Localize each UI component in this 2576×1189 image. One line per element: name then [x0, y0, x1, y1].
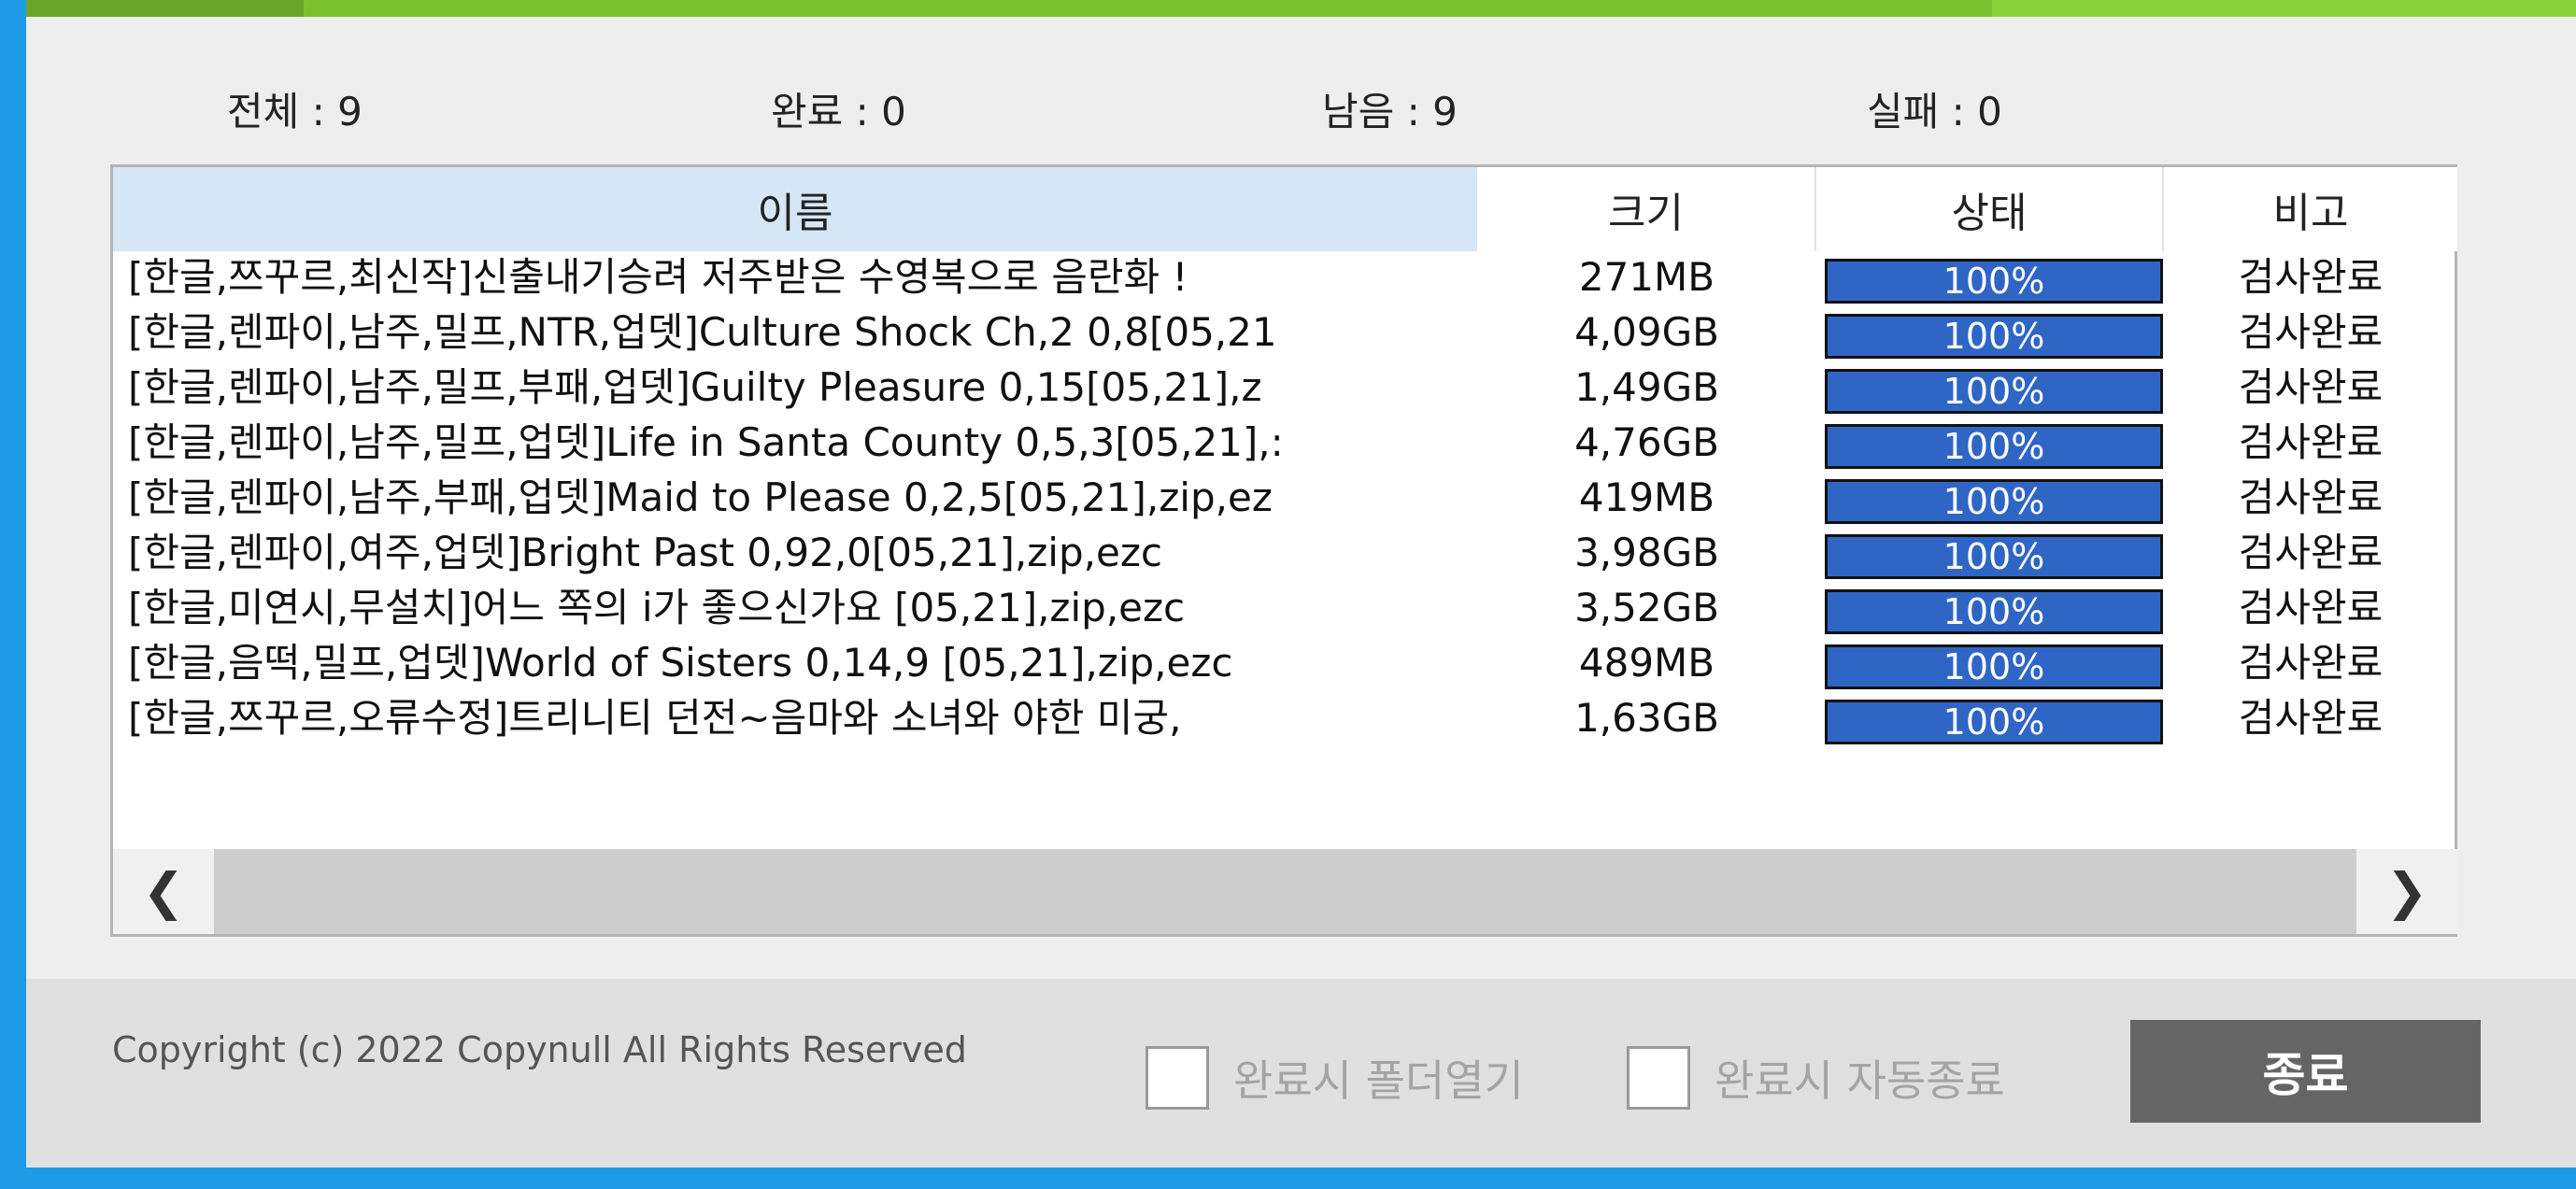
status-progress: 100%	[1825, 479, 2163, 524]
table-row[interactable]: [한글,미연시,무설치]어느 쪽의 i가 좋으신가요 [05,21],zip,e…	[113, 582, 2457, 637]
file-size: 4,76GB	[1574, 419, 1719, 465]
file-size: 4,09GB	[1574, 309, 1719, 355]
copyright-text: Copyright (c) 2022 Copynull All Rights R…	[112, 1029, 967, 1070]
table-row[interactable]: [한글,렌파이,남주,밀프,업뎃]Life in Santa County 0,…	[113, 417, 2457, 472]
file-name: [한글,쯔꾸르,최신작]신출내기승려 저주받은 수영복으로 음란화 !	[128, 255, 1188, 300]
column-header-note[interactable]: 비고	[2164, 167, 2457, 251]
file-note: 검사완료	[2238, 640, 2384, 686]
status-progress-fill: 100%	[1825, 644, 2163, 689]
file-note: 검사완료	[2238, 474, 2384, 520]
file-list[interactable]: 이름 크기 상태 비고 [한글,쯔꾸르,최신작]신출내기승려 저주받은 수영복으…	[110, 164, 2457, 937]
file-size: 3,52GB	[1574, 585, 1719, 630]
stat-done: 완료 : 0	[771, 89, 906, 134]
auto-exit-label: 완료시 자동종료	[1715, 1055, 2005, 1106]
file-size: 1,63GB	[1574, 695, 1719, 741]
column-header-name[interactable]: 이름	[113, 167, 1477, 251]
chevron-left-icon[interactable]: ❮	[113, 849, 214, 934]
file-name: [한글,렌파이,남주,부패,업뎃]Maid to Please 0,2,5[05…	[128, 475, 1273, 520]
file-note: 검사완료	[2238, 309, 2384, 355]
file-size: 1,49GB	[1574, 364, 1719, 410]
table-row[interactable]: [한글,렌파이,여주,업뎃]Bright Past 0,92,0[05,21],…	[113, 527, 2457, 582]
stat-remaining: 남음 : 9	[1322, 89, 1458, 134]
table-row[interactable]: [한글,쯔꾸르,최신작]신출내기승려 저주받은 수영복으로 음란화 ! 271M…	[113, 251, 2457, 306]
status-progress-fill: 100%	[1825, 479, 2163, 524]
file-name: [한글,렌파이,남주,밀프,부패,업뎃]Guilty Pleasure 0,15…	[128, 365, 1262, 410]
file-name: [한글,렌파이,남주,밀프,NTR,업뎃]Culture Shock Ch,2 …	[128, 310, 1277, 355]
status-progress-fill: 100%	[1825, 589, 2163, 634]
table-row[interactable]: [한글,음떡,밀프,업뎃]World of Sisters 0,14,9 [05…	[113, 637, 2457, 692]
status-progress: 100%	[1825, 369, 2163, 414]
status-progress: 100%	[1825, 424, 2163, 469]
file-name: [한글,렌파이,여주,업뎃]Bright Past 0,92,0[05,21],…	[128, 531, 1162, 575]
file-name: [한글,음떡,밀프,업뎃]World of Sisters 0,14,9 [05…	[128, 641, 1233, 686]
file-size: 271MB	[1578, 254, 1715, 300]
open-folder-checkbox[interactable]: 완료시 폴더열기	[1146, 1046, 1524, 1110]
stat-total: 전체 : 9	[227, 89, 363, 134]
file-name: [한글,쯔꾸르,오류수정]트리니티 던전~음마와 소녀와 야한 미궁,	[128, 696, 1182, 741]
horizontal-scrollbar[interactable]: ❮ ❯	[113, 849, 2457, 934]
status-progress: 100%	[1825, 644, 2163, 689]
status-progress: 100%	[1825, 700, 2163, 744]
file-size: 419MB	[1578, 474, 1715, 520]
file-note: 검사완료	[2238, 695, 2384, 741]
column-header-status[interactable]: 상태	[1816, 167, 2164, 251]
stats-bar: 전체 : 9 완료 : 0 남음 : 9 실패 : 0	[26, 80, 2576, 136]
stat-failed: 실패 : 0	[1867, 89, 2002, 134]
status-progress-fill: 100%	[1825, 534, 2163, 579]
file-name: [한글,렌파이,남주,밀프,업뎃]Life in Santa County 0,…	[128, 420, 1284, 465]
file-note: 검사완료	[2238, 364, 2384, 410]
chevron-right-icon[interactable]: ❯	[2356, 849, 2457, 934]
file-note: 검사완료	[2238, 585, 2384, 630]
app-window: 전체 : 9 완료 : 0 남음 : 9 실패 : 0 이름 크기 상태 비고 …	[26, 0, 2576, 1168]
footer: Copyright (c) 2022 Copynull All Rights R…	[26, 979, 2576, 1168]
table-row[interactable]: [한글,렌파이,남주,밀프,부패,업뎃]Guilty Pleasure 0,15…	[113, 361, 2457, 417]
status-progress: 100%	[1825, 314, 2163, 359]
status-progress: 100%	[1825, 589, 2163, 634]
table-row[interactable]: [한글,쯔꾸르,오류수정]트리니티 던전~음마와 소녀와 야한 미궁, 1,63…	[113, 692, 2457, 747]
exit-button[interactable]: 종료	[2130, 1020, 2481, 1123]
status-progress-fill: 100%	[1825, 700, 2163, 744]
column-header-size[interactable]: 크기	[1477, 167, 1816, 251]
status-progress-fill: 100%	[1825, 369, 2163, 414]
checkbox-box[interactable]	[1146, 1046, 1209, 1110]
status-progress-fill: 100%	[1825, 424, 2163, 469]
status-progress: 100%	[1825, 259, 2163, 304]
status-progress-fill: 100%	[1825, 259, 2163, 304]
status-progress: 100%	[1825, 534, 2163, 579]
table-row[interactable]: [한글,렌파이,남주,부패,업뎃]Maid to Please 0,2,5[05…	[113, 472, 2457, 527]
file-note: 검사완료	[2238, 254, 2384, 300]
checkbox-box[interactable]	[1627, 1046, 1690, 1110]
file-note: 검사완료	[2238, 419, 2384, 465]
file-name: [한글,미연시,무설치]어느 쪽의 i가 좋으신가요 [05,21],zip,e…	[128, 586, 1186, 630]
table-row[interactable]: [한글,렌파이,남주,밀프,NTR,업뎃]Culture Shock Ch,2 …	[113, 306, 2457, 361]
open-folder-label: 완료시 폴더열기	[1233, 1055, 1524, 1106]
file-size: 3,98GB	[1574, 530, 1719, 575]
file-size: 489MB	[1578, 640, 1715, 686]
file-note: 검사완료	[2238, 530, 2384, 575]
status-progress-fill: 100%	[1825, 314, 2163, 359]
overall-progress-bar	[26, 0, 2576, 17]
scrollbar-thumb[interactable]	[214, 849, 2356, 934]
auto-exit-checkbox[interactable]: 완료시 자동종료	[1627, 1046, 2005, 1110]
